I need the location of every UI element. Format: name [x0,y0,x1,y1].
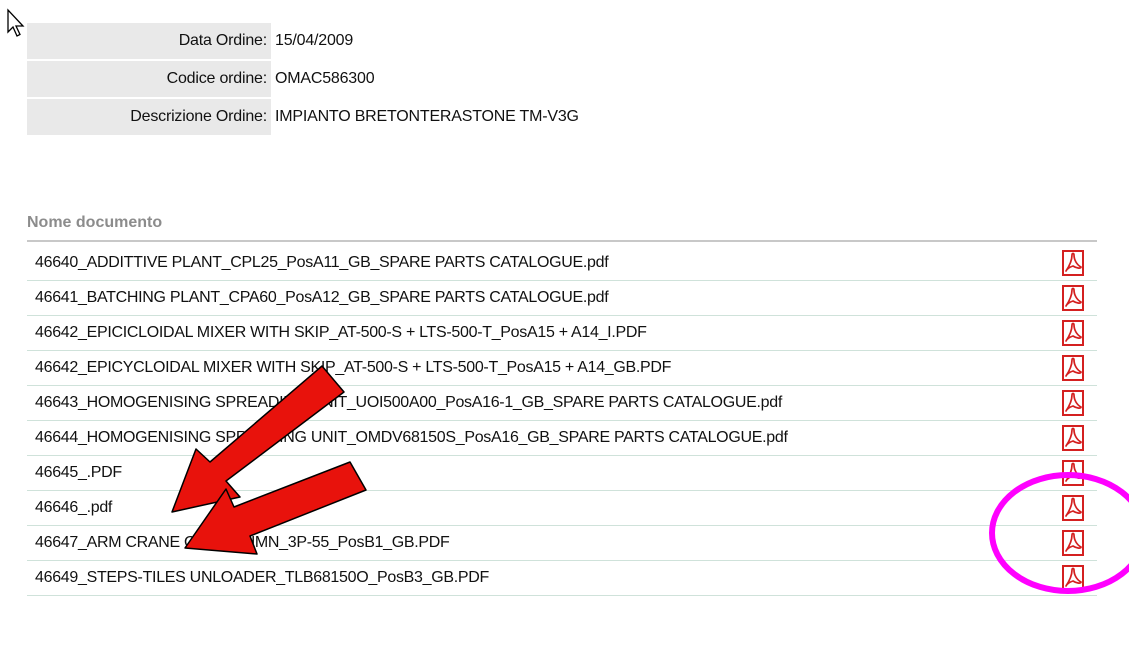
table-row: 46641_BATCHING PLANT_CPA60_PosA12_GB_SPA… [27,281,1097,316]
table-row: 46643_HOMOGENISING SPREADING UNIT_UOI500… [27,386,1097,421]
table-row: 46649_STEPS-TILES UNLOADER_TLB68150O_Pos… [27,561,1097,596]
document-link[interactable]: 46640_ADDITTIVE PLANT_CPL25_PosA11_GB_SP… [27,254,609,272]
pdf-icon[interactable] [1061,390,1085,416]
order-date-label: Data Ordine: [27,22,271,59]
documents-table: 46640_ADDITTIVE PLANT_CPL25_PosA11_GB_SP… [27,246,1097,596]
document-link[interactable]: 46646_.pdf [27,499,112,517]
table-row: 46647_ARM CRANE ON COLUMN_3P-55_PosB1_GB… [27,526,1097,561]
document-link[interactable]: 46645_.PDF [27,464,122,482]
pdf-icon[interactable] [1061,425,1085,451]
table-row: 46642_EPICICLOIDAL MIXER WITH SKIP_AT-50… [27,316,1097,351]
pdf-icon[interactable] [1061,460,1085,486]
order-code-row: Codice ordine: OMAC586300 [27,60,1087,97]
document-link[interactable]: 46642_EPICICLOIDAL MIXER WITH SKIP_AT-50… [27,324,647,342]
pdf-icon[interactable] [1061,320,1085,346]
order-date-row: Data Ordine: 15/04/2009 [27,22,1087,59]
order-code-label: Codice ordine: [27,60,271,97]
document-link[interactable]: 46643_HOMOGENISING SPREADING UNIT_UOI500… [27,394,782,412]
table-row: 46646_.pdf [27,491,1097,526]
pdf-icon[interactable] [1061,495,1085,521]
column-header-document-name: Nome documento [27,214,1097,242]
order-code-value: OMAC586300 [275,69,375,87]
table-row: 46640_ADDITTIVE PLANT_CPL25_PosA11_GB_SP… [27,246,1097,281]
mouse-cursor-icon [7,8,25,37]
order-date-value: 15/04/2009 [275,31,354,49]
table-row: 46644_HOMOGENISING SPREADING UNIT_OMDV68… [27,421,1097,456]
pdf-icon[interactable] [1061,250,1085,276]
document-link[interactable]: 46644_HOMOGENISING SPREADING UNIT_OMDV68… [27,429,788,447]
document-link[interactable]: 46649_STEPS-TILES UNLOADER_TLB68150O_Pos… [27,569,489,587]
pdf-icon[interactable] [1061,565,1085,591]
table-row: 46645_.PDF [27,456,1097,491]
pdf-icon[interactable] [1061,285,1085,311]
pdf-icon[interactable] [1061,530,1085,556]
order-details: Data Ordine: 15/04/2009 Codice ordine: O… [27,22,1087,136]
order-description-label: Descrizione Ordine: [27,98,271,135]
document-link[interactable]: 46642_EPICYCLOIDAL MIXER WITH SKIP_AT-50… [27,359,671,377]
document-link[interactable]: 46641_BATCHING PLANT_CPA60_PosA12_GB_SPA… [27,289,609,307]
pdf-icon[interactable] [1061,355,1085,381]
order-description-row: Descrizione Ordine: IMPIANTO BRETONTERAS… [27,98,1087,135]
order-description-value: IMPIANTO BRETONTERASTONE TM-V3G [275,107,579,125]
table-row: 46642_EPICYCLOIDAL MIXER WITH SKIP_AT-50… [27,351,1097,386]
document-link[interactable]: 46647_ARM CRANE ON COLUMN_3P-55_PosB1_GB… [27,534,450,552]
